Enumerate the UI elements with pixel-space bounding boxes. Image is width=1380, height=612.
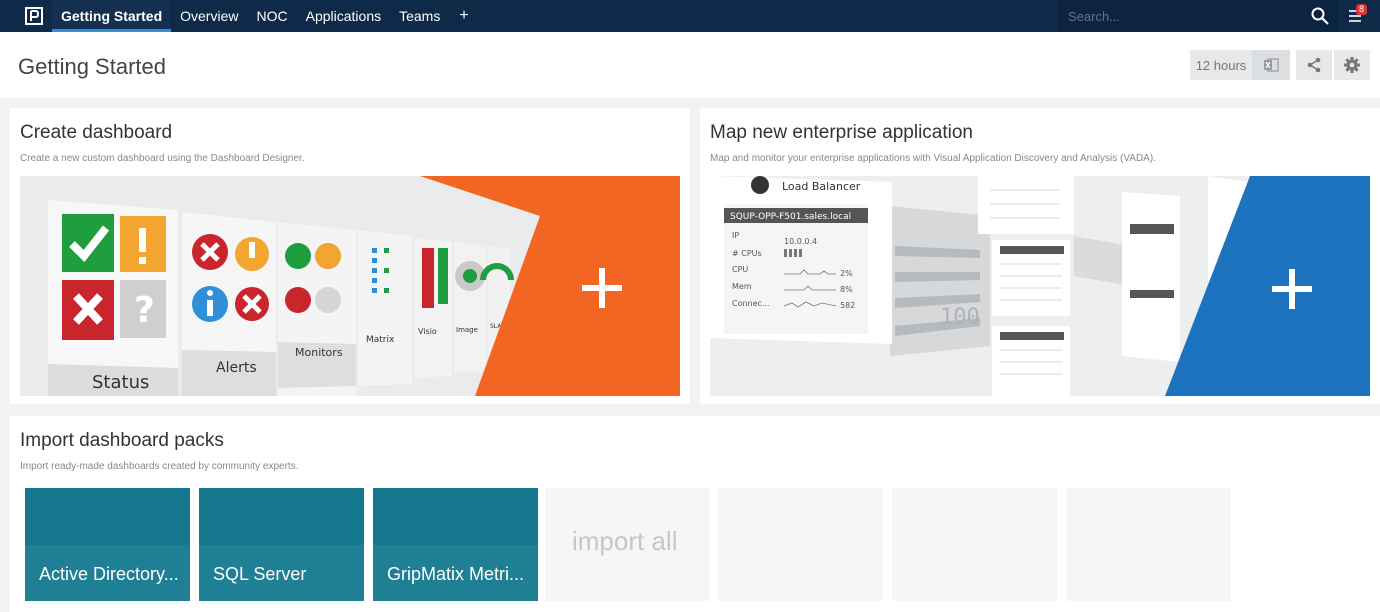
metric-value-connections: 582 xyxy=(840,301,855,310)
load-balancer-title: Load Balancer xyxy=(782,180,861,193)
main-nav: Getting Started Overview NOC Application… xyxy=(52,0,479,32)
time-range-button[interactable]: 12 hours xyxy=(1190,50,1252,80)
tile-label-matrix: Matrix xyxy=(366,335,395,345)
share-icon xyxy=(1307,57,1321,73)
nav-tab-label: Applications xyxy=(305,8,382,24)
create-dashboard-illustration[interactable]: ? Status Alerts Monitors Matrix Visio Im… xyxy=(20,176,680,396)
pack-tile-active-directory[interactable]: Active Directory... xyxy=(25,488,190,601)
top-nav-bar: Getting Started Overview NOC Application… xyxy=(0,0,1380,32)
metric-label-ip: IP xyxy=(732,231,739,240)
svg-text:?: ? xyxy=(134,290,155,331)
pack-tile-label: Active Directory... xyxy=(39,564,179,584)
search-icon[interactable] xyxy=(1310,6,1330,26)
map-application-panel[interactable]: Map new enterprise application Map and m… xyxy=(700,108,1380,404)
search-input[interactable] xyxy=(1058,8,1298,24)
import-packs-title: Import dashboard packs xyxy=(20,430,224,451)
gear-icon xyxy=(1344,57,1360,73)
app-logo[interactable] xyxy=(16,0,52,32)
pack-tile-header xyxy=(373,488,538,545)
logo-icon xyxy=(25,7,43,25)
tile-label-monitors: Monitors xyxy=(295,346,343,359)
metric-value-ip: 10.0.0.4 xyxy=(784,237,817,246)
create-dashboard-panel[interactable]: Create dashboard Create a new custom das… xyxy=(10,108,690,404)
add-tab-button[interactable]: + xyxy=(449,0,478,32)
nav-tab-getting-started[interactable]: Getting Started xyxy=(52,0,172,32)
nav-tab-applications[interactable]: Applications xyxy=(297,0,391,32)
pack-tile-header xyxy=(199,488,364,545)
notification-badge: 8 xyxy=(1356,4,1368,15)
metric-value-cpu: 2% xyxy=(840,269,853,278)
metric-label-connections: Connec... xyxy=(732,299,770,308)
empty-pack-slot xyxy=(718,488,883,601)
nav-tab-overview[interactable]: Overview xyxy=(171,0,247,32)
pack-tile-sql-server[interactable]: SQL Server xyxy=(199,488,364,601)
pack-tile-label: SQL Server xyxy=(213,564,307,584)
tile-label-image: Image xyxy=(456,326,478,334)
pack-tile-header xyxy=(25,488,190,545)
search-box xyxy=(1058,0,1338,32)
time-range-label: 12 hours xyxy=(1195,57,1247,73)
export-excel-button[interactable] xyxy=(1252,50,1290,80)
metric-label-mem: Mem xyxy=(732,282,752,291)
vada-illustration: 100 Load Balancer SQUP-OPP-F501.sales.lo… xyxy=(710,176,1370,396)
watermark-number: 100 xyxy=(940,305,980,330)
nav-tab-label: Overview xyxy=(180,8,239,24)
settings-button[interactable] xyxy=(1334,50,1370,80)
server-name: SQUP-OPP-F501.sales.local xyxy=(730,212,851,222)
add-tab-label: + xyxy=(459,7,469,24)
map-application-title: Map new enterprise application xyxy=(710,122,973,143)
metric-label-cpu: CPU xyxy=(732,265,748,274)
import-packs-description: Import ready-made dashboards created by … xyxy=(20,461,299,472)
empty-pack-slot xyxy=(892,488,1057,601)
map-application-description: Map and monitor your enterprise applicat… xyxy=(710,153,1156,164)
nav-tab-label: Getting Started xyxy=(61,8,163,24)
empty-pack-slot xyxy=(1066,488,1231,601)
nav-tab-teams[interactable]: Teams xyxy=(390,0,449,32)
map-application-illustration[interactable]: 100 Load Balancer SQUP-OPP-F501.sales.lo… xyxy=(710,176,1370,396)
metric-label-cpus: # CPUs xyxy=(732,249,762,258)
excel-icon xyxy=(1264,58,1279,72)
import-all-tile[interactable]: import all xyxy=(545,488,710,601)
pack-tile-gripmatix[interactable]: GripMatix Metri... xyxy=(373,488,538,601)
tile-label-alerts: Alerts xyxy=(216,360,257,376)
page-title: Getting Started xyxy=(18,54,166,79)
metric-value-mem: 8% xyxy=(840,285,853,294)
dashboard-tiles-illustration: ? Status Alerts Monitors Matrix Visio Im… xyxy=(20,176,680,396)
nav-tab-noc[interactable]: NOC xyxy=(247,0,296,32)
create-dashboard-description: Create a new custom dashboard using the … xyxy=(20,153,305,164)
nav-tab-label: NOC xyxy=(256,8,288,24)
import-all-button[interactable]: import all xyxy=(572,526,677,557)
tile-label-visio: Visio xyxy=(418,327,437,336)
page-header: Getting Started 12 hours xyxy=(0,32,1380,98)
create-dashboard-title: Create dashboard xyxy=(20,122,173,143)
tile-label-status: Status xyxy=(92,372,149,393)
share-button[interactable] xyxy=(1296,50,1332,80)
pack-tile-label: GripMatix Metri... xyxy=(387,564,525,584)
nav-tab-label: Teams xyxy=(399,8,441,24)
